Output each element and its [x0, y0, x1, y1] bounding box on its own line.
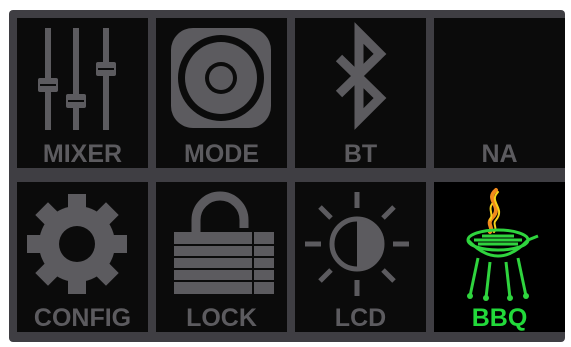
sliders-icon: [38, 28, 116, 130]
lock-label: LOCK: [186, 304, 257, 332]
padlock-icon: [174, 191, 274, 294]
bbq-label: BBQ: [471, 304, 528, 332]
mode-tile[interactable]: MODE: [156, 18, 287, 168]
bluetooth-icon: [335, 22, 387, 130]
brightness-icon: [305, 192, 409, 296]
config-tile[interactable]: CONFIG: [17, 182, 148, 332]
config-label: CONFIG: [33, 304, 132, 332]
lock-tile[interactable]: LOCK: [156, 182, 287, 332]
mixer-label: MIXER: [42, 140, 123, 168]
mode-label: MODE: [184, 140, 259, 168]
bbq-tile[interactable]: BBQ: [434, 182, 565, 332]
lcd-tile[interactable]: LCD: [295, 182, 426, 332]
na-label: NA: [481, 140, 518, 168]
speaker-icon: [171, 28, 271, 128]
gear-icon: [27, 194, 127, 294]
menu-panel: MIXER MODE BT NA CONFIG LOCK LCD BBQ: [9, 10, 565, 342]
lcd-label: LCD: [334, 304, 387, 332]
bt-tile[interactable]: BT: [295, 18, 426, 168]
na-tile[interactable]: NA: [434, 18, 565, 168]
bt-label: BT: [343, 140, 378, 168]
grill-icon: [466, 188, 539, 301]
mixer-tile[interactable]: MIXER: [17, 18, 148, 168]
